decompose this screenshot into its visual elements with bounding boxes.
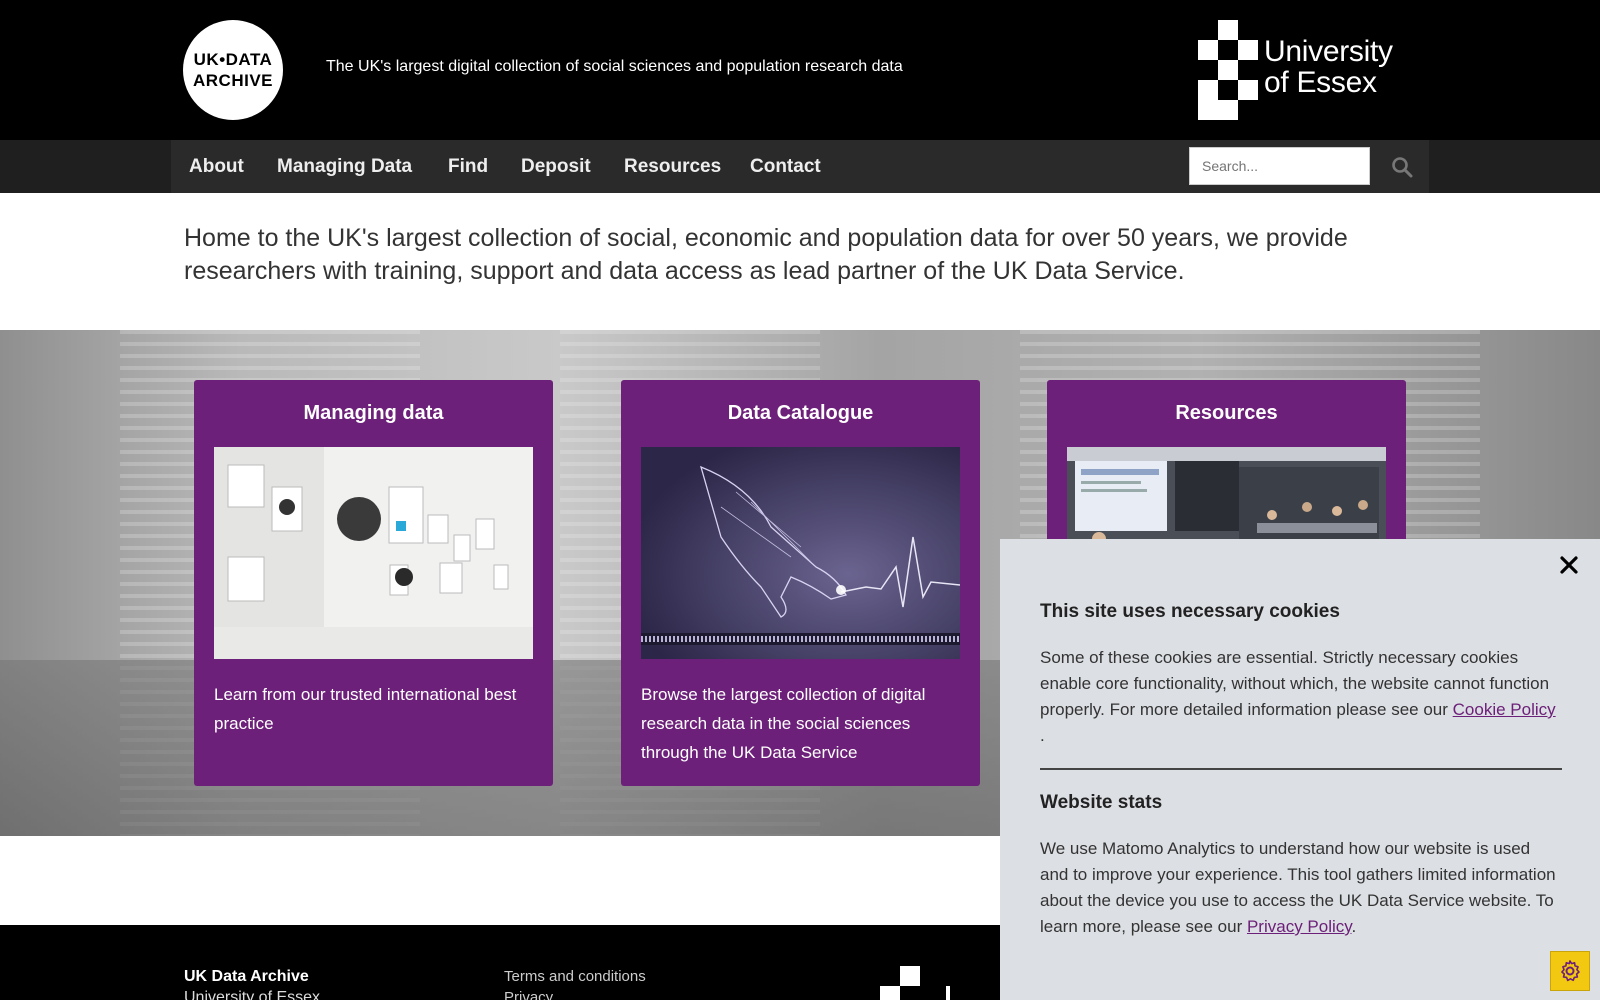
privacy-policy-link[interactable]: Privacy Policy (1247, 917, 1352, 936)
cookie-consent-panel: This site uses necessary cookies Some of… (1000, 539, 1600, 1000)
nav-item-find[interactable]: Find (448, 156, 488, 178)
site-tagline: The UK's largest digital collection of s… (326, 58, 903, 75)
essex-logo-line2: of Essex (1264, 66, 1377, 99)
nav-item-contact[interactable]: Contact (750, 156, 821, 178)
cookie-settings-button[interactable] (1550, 951, 1590, 991)
search-input[interactable] (1189, 147, 1370, 185)
card-title: Managing data (303, 402, 444, 424)
footer-terms-link[interactable]: Terms and conditions (504, 968, 646, 985)
managing-data-image (214, 447, 533, 659)
nav-item-deposit[interactable]: Deposit (521, 156, 591, 178)
gear-icon (1561, 960, 1580, 982)
card-managing-data[interactable]: Managing data Learn from our trusted int… (194, 380, 553, 786)
uk-data-archive-logo[interactable]: UK•DATA ARCHIVE (183, 20, 283, 120)
site-header: UK•DATA ARCHIVE The UK's largest digital… (0, 0, 1600, 140)
essex-checker-icon (1198, 20, 1258, 120)
cookie-heading-necessary: This site uses necessary cookies (1040, 601, 1340, 622)
search-icon (1392, 157, 1413, 178)
nav-item-resources[interactable]: Resources (624, 156, 721, 178)
essex-logo-line1: University (1264, 35, 1393, 68)
search-button[interactable] (1390, 155, 1414, 179)
nav-item-about[interactable]: About (189, 156, 244, 178)
card-description: Learn from our trusted international bes… (214, 685, 517, 733)
close-icon (1560, 556, 1578, 574)
footer-privacy-link[interactable]: Privacy (504, 989, 553, 1000)
footer-org-name: UK Data Archive (184, 968, 309, 985)
footer-org-sub[interactable]: University of Essex (184, 989, 320, 1000)
cookie-divider (1040, 768, 1562, 770)
card-description: Browse the largest collection of digital… (641, 685, 926, 762)
cookie-necessary-text: Some of these cookies are essential. Str… (1040, 648, 1556, 745)
cookie-stats-text: We use Matomo Analytics to understand ho… (1040, 839, 1556, 936)
nav-item-managing-data[interactable]: Managing Data (277, 156, 412, 178)
intro-text: Home to the UK's largest collection of s… (184, 224, 1348, 285)
card-title: Data Catalogue (727, 402, 874, 424)
close-button[interactable] (1556, 553, 1582, 579)
university-of-essex-logo[interactable]: University of Essex (1198, 20, 1398, 120)
card-title: Resources (1175, 402, 1278, 424)
essex-checker-icon (880, 966, 950, 1000)
cookie-heading-stats: Website stats (1040, 792, 1163, 813)
footer-essex-logo[interactable] (880, 966, 1010, 1000)
cookie-policy-link[interactable]: Cookie Policy (1453, 700, 1556, 719)
data-catalogue-image (641, 447, 960, 659)
card-data-catalogue[interactable]: Data Catalogue Browse the largest collec… (621, 380, 980, 786)
